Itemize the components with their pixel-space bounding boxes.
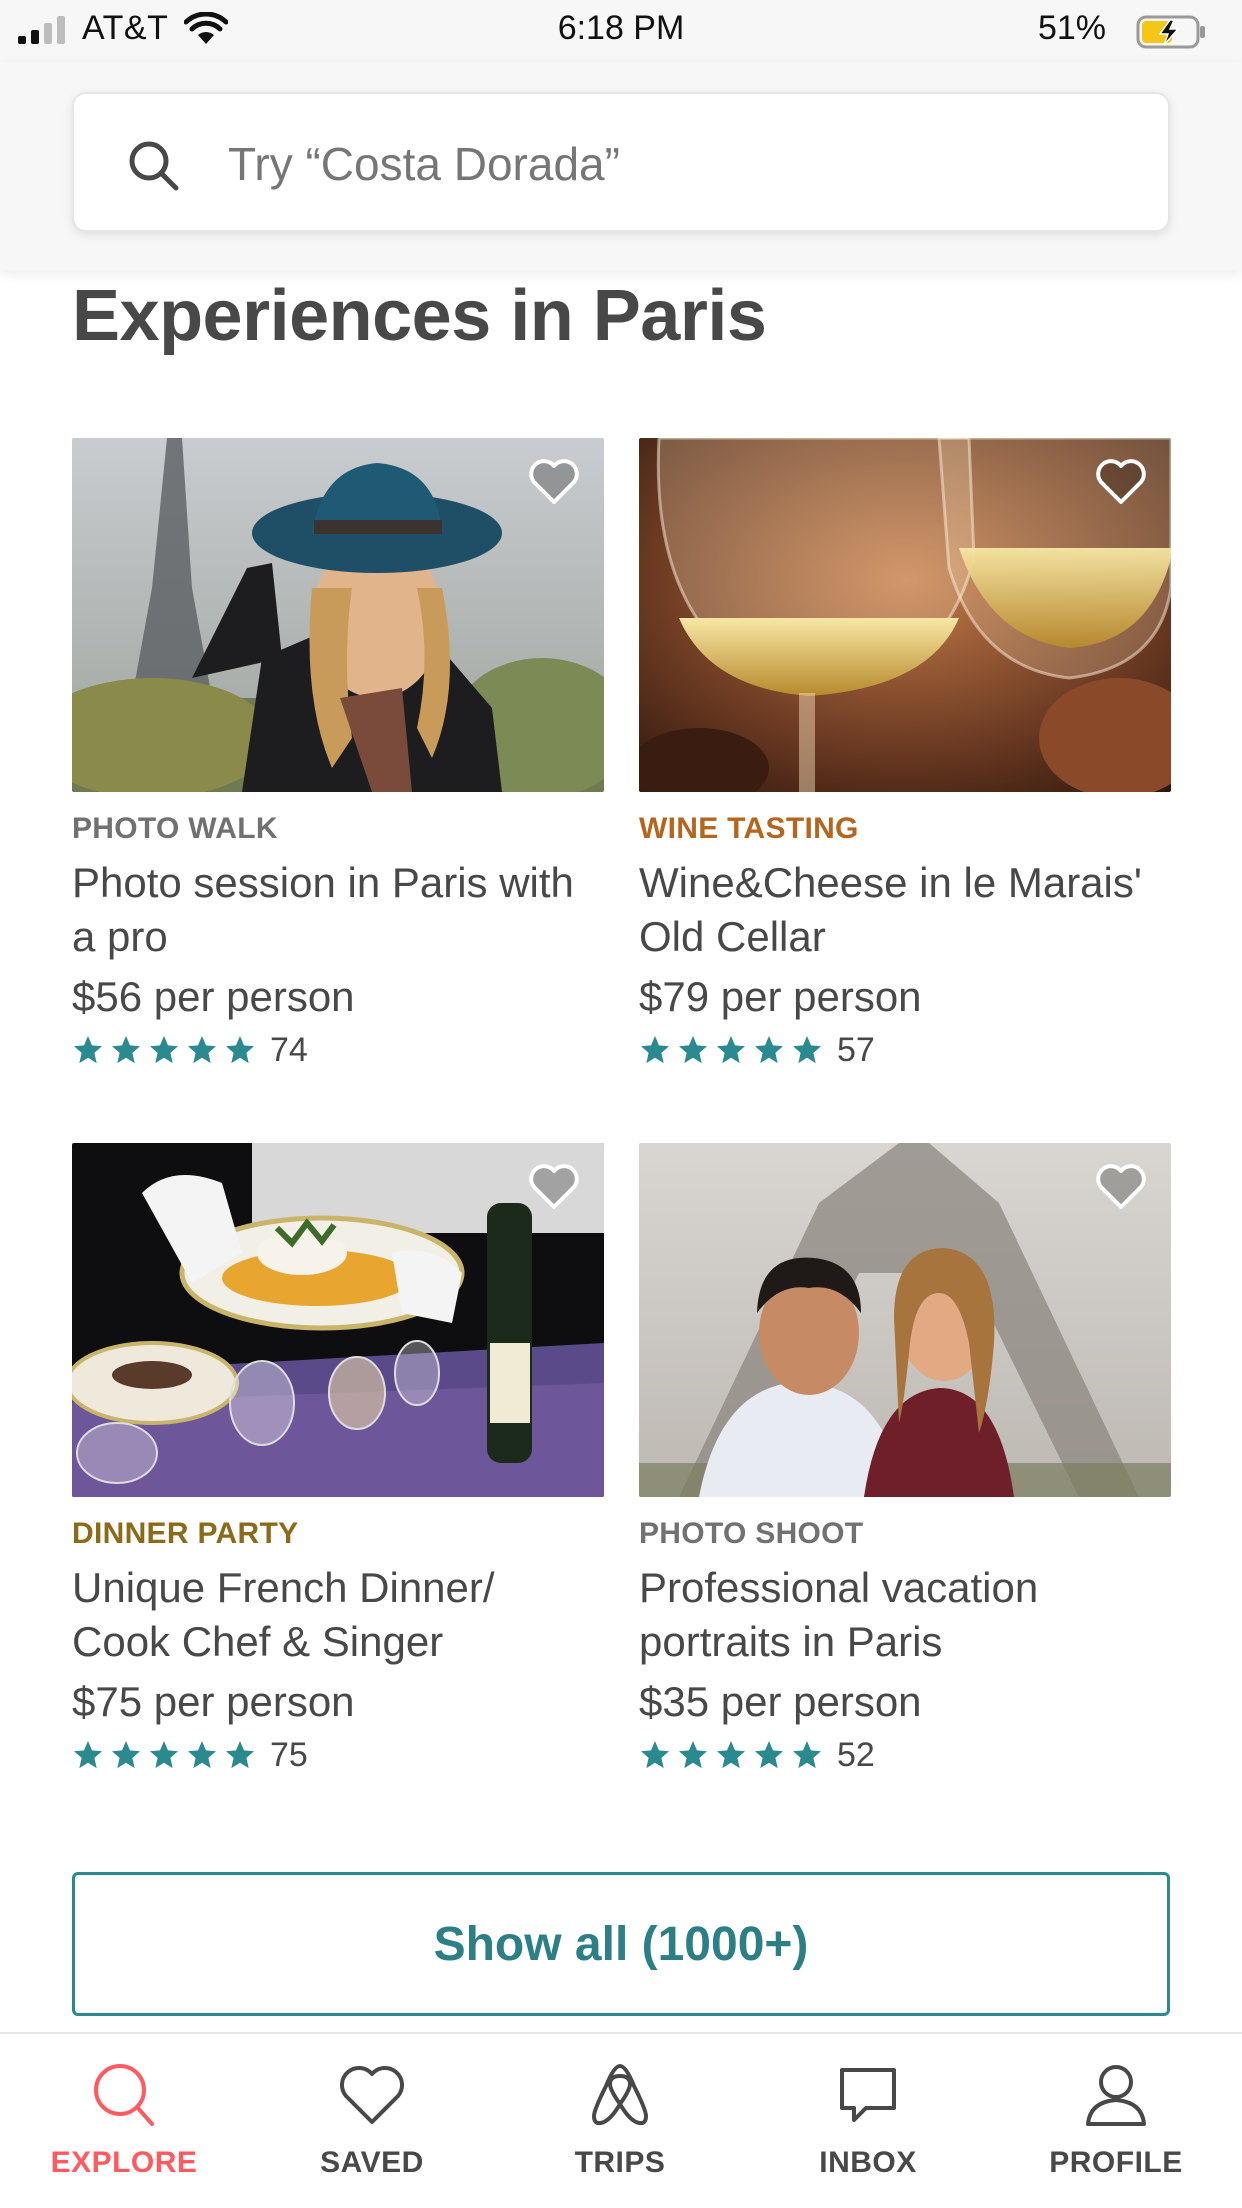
tab-trips[interactable]: TRIPS — [496, 2034, 744, 2208]
woman-hat-eiffel-tower-photo — [72, 438, 604, 792]
battery-percent: 51% — [1037, 9, 1106, 47]
tab-explore[interactable]: EXPLORE — [0, 2034, 248, 2208]
card-rating: 75 — [72, 1733, 604, 1777]
card-rating: 57 — [639, 1028, 1171, 1072]
search-icon — [129, 141, 179, 191]
star-rating — [639, 1034, 829, 1066]
star-icon — [717, 1036, 745, 1064]
section-title: Experiences in Paris — [72, 276, 767, 356]
card-title[interactable]: Professional vacation portraits in Paris — [639, 1561, 1171, 1669]
tab-label: EXPLORE — [50, 2146, 198, 2179]
tab-label: PROFILE — [1049, 2146, 1183, 2179]
review-count: 74 — [270, 1030, 308, 1069]
card-title-line: Old Cellar — [639, 913, 826, 960]
chat-bubble-icon — [840, 2068, 896, 2122]
couple-eiffel-tower-photo — [639, 1143, 1171, 1497]
heart-icon[interactable] — [1095, 1163, 1147, 1211]
card-price: $75 per person — [72, 1678, 355, 1725]
search-input[interactable] — [228, 124, 1128, 204]
battery-charging-icon — [1136, 15, 1205, 49]
tab-inbox[interactable]: INBOX — [744, 2034, 992, 2208]
card-title[interactable]: Photo session in Paris with a pro — [72, 856, 604, 964]
card-title-line: Wine&Cheese in le Marais' — [639, 859, 1142, 906]
card-rating: 74 — [72, 1028, 604, 1072]
heart-icon[interactable] — [1095, 458, 1147, 506]
star-icon — [226, 1741, 254, 1769]
tab-label: SAVED — [320, 2146, 424, 2179]
card-title-line: Unique French Dinner/ — [72, 1564, 495, 1611]
card-category: PHOTO WALK — [72, 812, 278, 845]
card-title-line: Cook Chef & Singer — [72, 1618, 444, 1665]
star-icon — [226, 1036, 254, 1064]
star-icon — [112, 1741, 140, 1769]
card-title[interactable]: Wine&Cheese in le Marais' Old Cellar — [639, 856, 1171, 964]
star-icon — [717, 1741, 745, 1769]
search-bar[interactable] — [72, 92, 1170, 232]
experience-photo[interactable] — [72, 438, 604, 792]
person-icon — [1086, 2065, 1146, 2126]
tab-label: INBOX — [819, 2146, 917, 2179]
star-icon — [150, 1036, 178, 1064]
card-title-line: a pro — [72, 913, 168, 960]
card-price: $79 per person — [639, 973, 922, 1020]
star-icon — [112, 1036, 140, 1064]
airbnb-logo-icon — [592, 2064, 648, 2126]
star-icon — [679, 1741, 707, 1769]
tab-label: TRIPS — [574, 2146, 666, 2179]
wine-glasses-toast-photo — [639, 438, 1171, 792]
tab-saved[interactable]: SAVED — [248, 2034, 496, 2208]
star-rating — [72, 1739, 262, 1771]
star-icon — [150, 1741, 178, 1769]
card-rating: 52 — [639, 1733, 1171, 1777]
tab-profile[interactable]: PROFILE — [992, 2034, 1240, 2208]
review-count: 75 — [270, 1735, 308, 1774]
star-icon — [74, 1036, 102, 1064]
card-title-line: Photo session in Paris with — [72, 859, 574, 906]
card-title[interactable]: Unique French Dinner/ Cook Chef & Singer — [72, 1561, 604, 1669]
show-all-button[interactable]: Show all (1000+) — [72, 1872, 1170, 2016]
card-category: DINNER PARTY — [72, 1517, 299, 1550]
star-icon — [74, 1741, 102, 1769]
star-icon — [679, 1036, 707, 1064]
dinner-table-plating-photo — [72, 1143, 604, 1497]
card-price: $35 per person — [639, 1678, 922, 1725]
experience-card[interactable]: PHOTO SHOOT Professional vacation portra… — [639, 1143, 1171, 1777]
card-category: PHOTO SHOOT — [639, 1517, 864, 1550]
card-category: WINE TASTING — [639, 812, 859, 845]
star-rating — [72, 1034, 262, 1066]
experience-card[interactable]: DINNER PARTY Unique French Dinner/ Cook … — [72, 1143, 604, 1777]
card-title-line: Professional vacation — [639, 1564, 1039, 1611]
experience-photo[interactable] — [72, 1143, 604, 1497]
star-icon — [641, 1036, 669, 1064]
star-icon — [188, 1036, 216, 1064]
star-icon — [793, 1741, 821, 1769]
star-icon — [188, 1741, 216, 1769]
card-price: $56 per person — [72, 973, 355, 1020]
experience-card[interactable]: WINE TASTING Wine&Cheese in le Marais' O… — [639, 438, 1171, 1072]
heart-icon[interactable] — [528, 1163, 580, 1211]
review-count: 52 — [837, 1735, 875, 1774]
experience-photo[interactable] — [639, 1143, 1171, 1497]
star-icon — [793, 1036, 821, 1064]
explore-search-icon — [94, 2064, 154, 2126]
search-header — [0, 62, 1242, 270]
heart-icon — [340, 2066, 404, 2124]
star-icon — [755, 1036, 783, 1064]
experience-card[interactable]: PHOTO WALK Photo session in Paris with a… — [72, 438, 604, 1072]
status-bar: AT&T 6:18 PM 51% — [0, 0, 1242, 62]
card-title-line: portraits in Paris — [639, 1618, 943, 1665]
star-rating — [639, 1739, 829, 1771]
review-count: 57 — [837, 1030, 875, 1069]
bottom-tab-bar: EXPLORE SAVED TRIPS INBOX PROFILE — [0, 2032, 1242, 2208]
heart-icon[interactable] — [528, 458, 580, 506]
experience-photo[interactable] — [639, 438, 1171, 792]
star-icon — [641, 1741, 669, 1769]
star-icon — [755, 1741, 783, 1769]
